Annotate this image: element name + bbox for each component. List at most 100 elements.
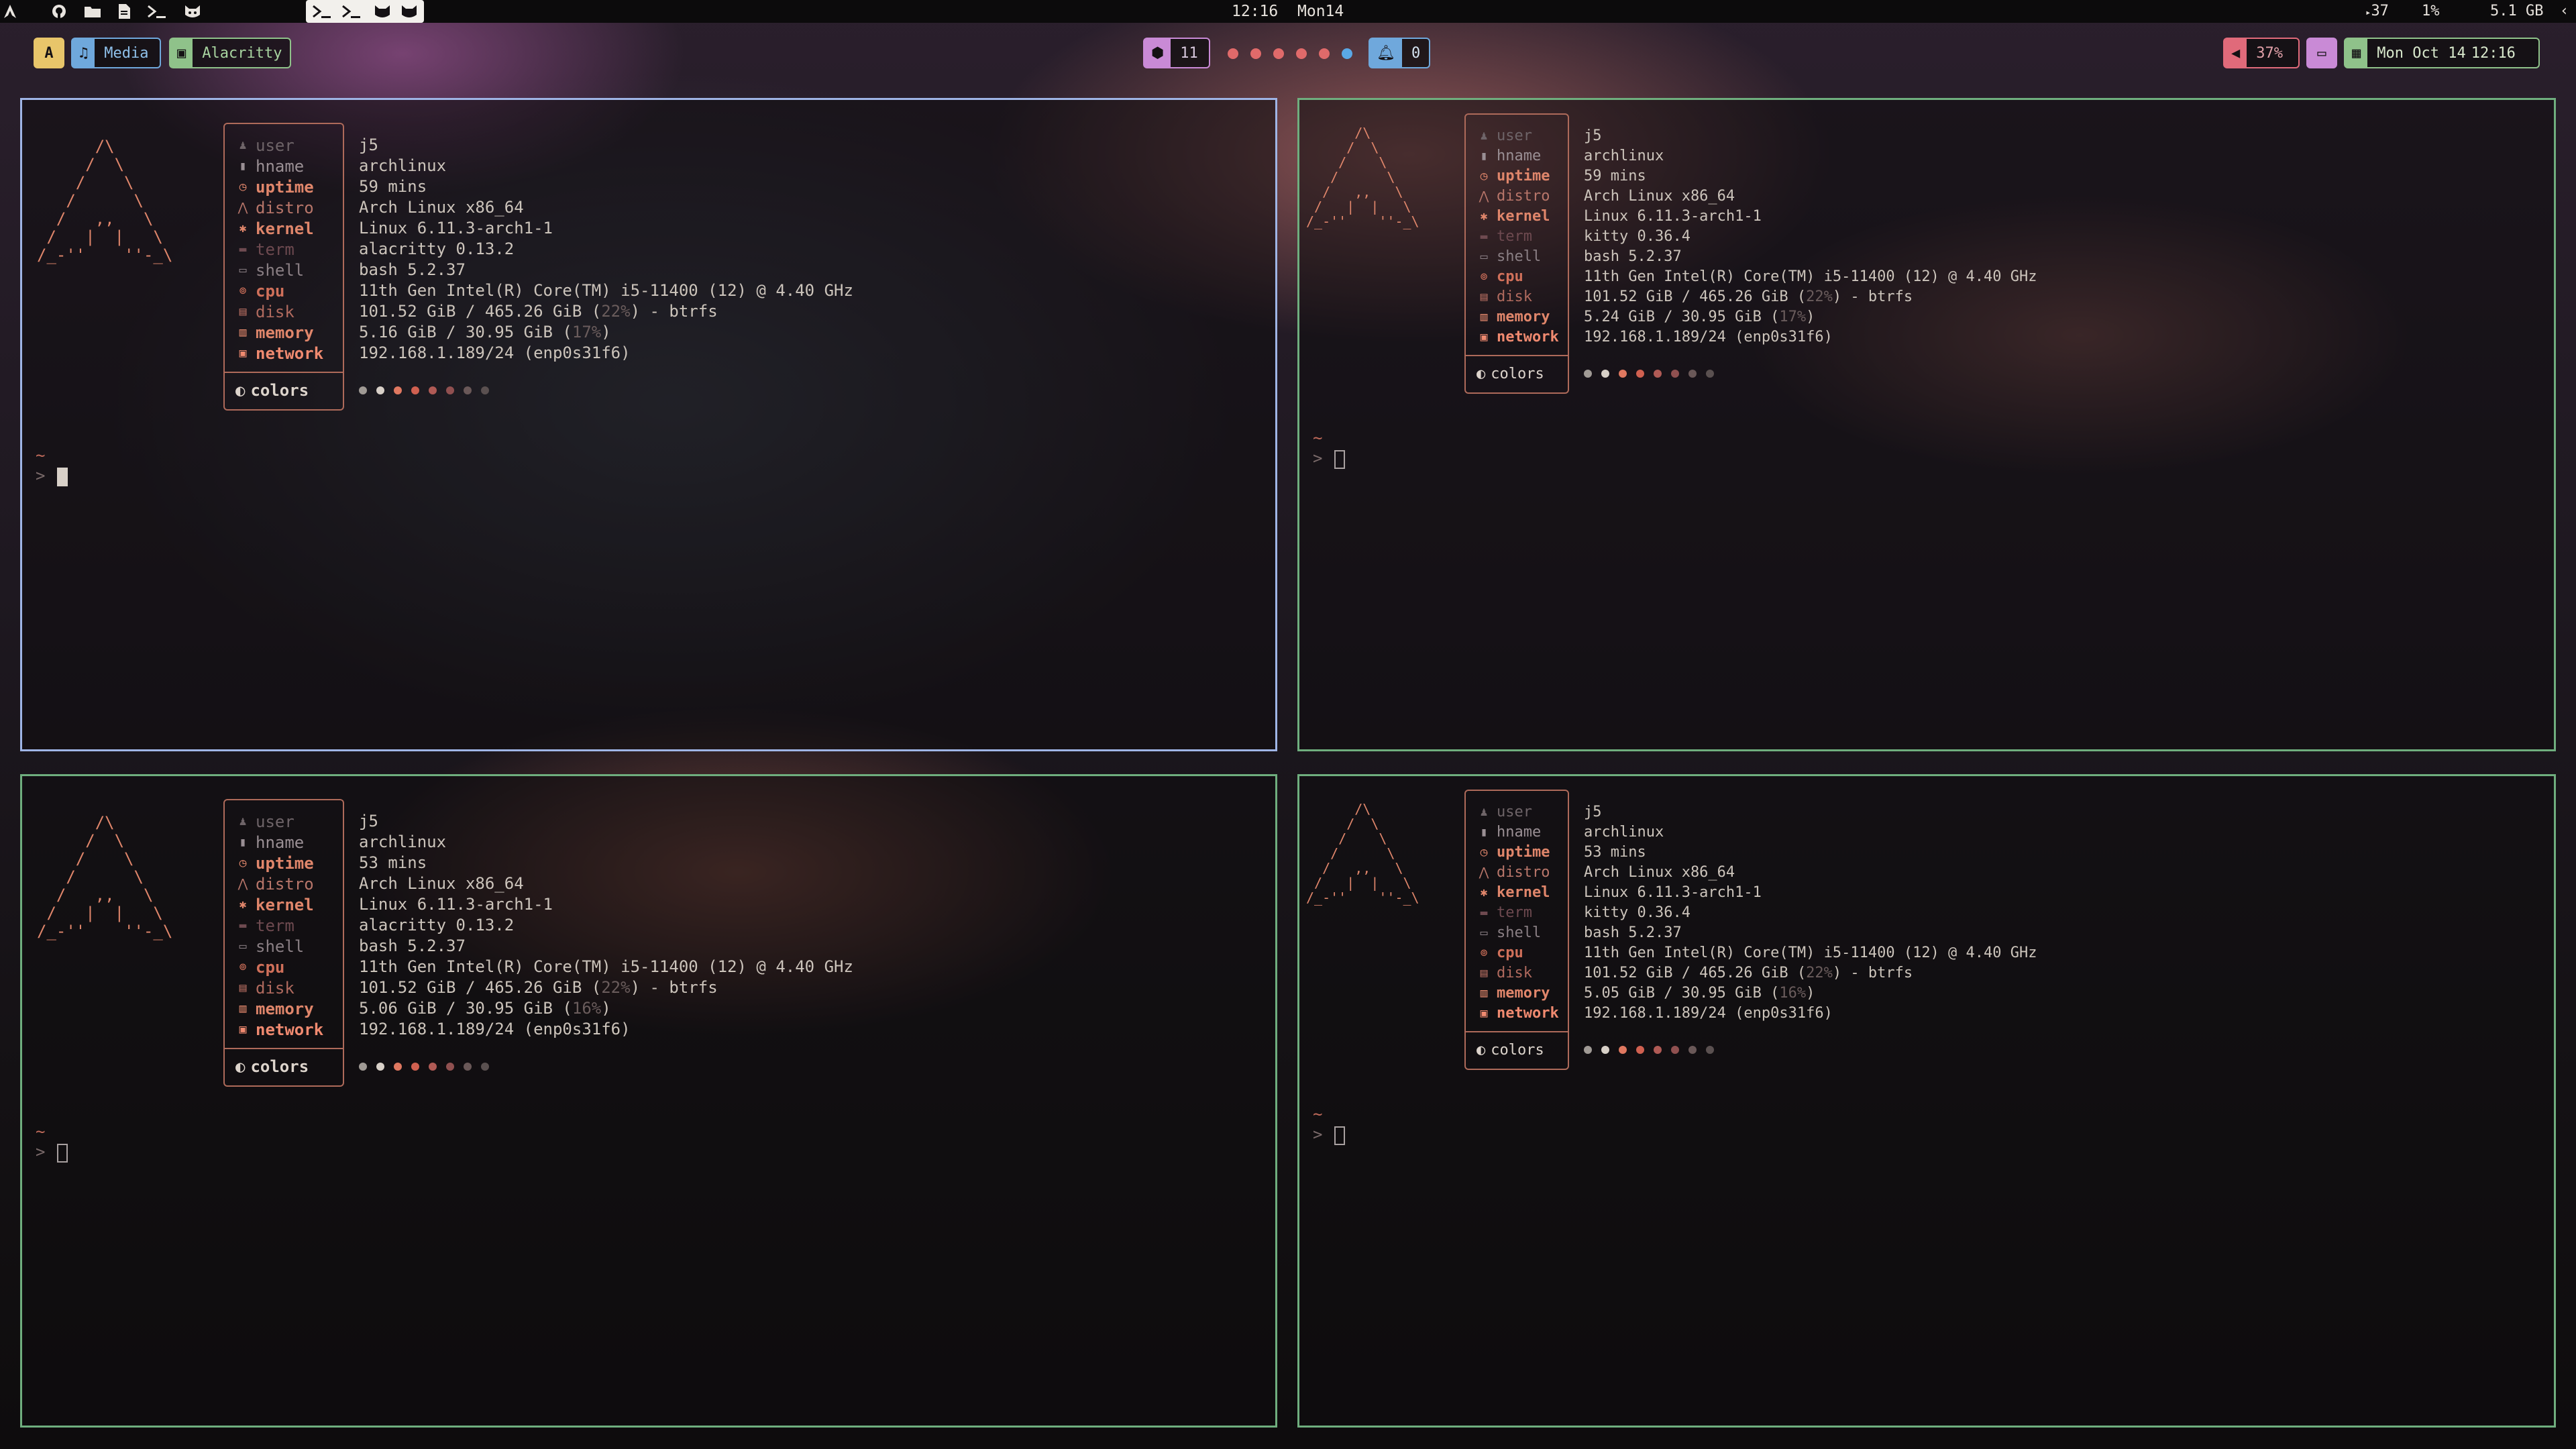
memory-icon: ▥ (1480, 986, 1488, 1000)
cpu-readout: 1% (2422, 3, 2440, 19)
disk-icon: ▤ (1480, 966, 1488, 980)
terminal-window[interactable]: /\ / \ / \ / \ / ,, \ / | | \ /_-'' ''-_… (1297, 774, 2556, 1428)
clock-module[interactable]: ▦ Mon Oct 14 12:16 (2344, 38, 2540, 68)
color-swatches (1584, 370, 1714, 378)
arch-ascii-logo: /\ / \ / \ / \ / ,, \ / | | \ /_-'' ''-_… (37, 137, 173, 264)
workspace-dot[interactable] (1319, 48, 1330, 59)
bar-time: 12:16 (1232, 3, 1279, 20)
fetch-value-network: 192.168.1.189/24 (enp0s31f6) (359, 343, 631, 362)
text-cursor[interactable] (1334, 450, 1345, 469)
color-swatch (464, 386, 472, 394)
fetch-label-colors: ◐ colors (1477, 362, 1544, 386)
fetch-label-shell: ▭ shell (235, 260, 305, 280)
workspace-dot[interactable] (1296, 48, 1307, 59)
workspace-dot[interactable] (1342, 48, 1352, 59)
expand-tray-icon[interactable]: ‹ (2560, 0, 2569, 23)
fetch-label-text: user (256, 812, 294, 831)
fetch-label-colors: ◐ colors (235, 378, 309, 402)
fetch-label-text: kernel (256, 219, 314, 238)
color-swatch (481, 386, 489, 394)
memory-icon: ▥ (239, 325, 247, 339)
text-cursor[interactable] (57, 468, 68, 486)
color-swatch (1601, 1046, 1609, 1054)
fetch-label-kernel: ✱ kernel (235, 218, 314, 239)
fetch-value-cpu: 11th Gen Intel(R) Core(TM) i5-11400 (12)… (359, 957, 853, 976)
fetch-label-text: memory (256, 323, 314, 342)
media-module[interactable]: ♫ Media (71, 38, 161, 68)
distro-icon: ⋀ (237, 877, 248, 891)
cpu-icon: ⊚ (239, 960, 247, 974)
fetch-label-text: disk (256, 302, 294, 321)
fetch-value-term: alacritty 0.13.2 (359, 916, 515, 934)
file-icon[interactable] (114, 1, 134, 21)
text-cursor[interactable] (57, 1144, 68, 1163)
color-swatch (1584, 1046, 1592, 1054)
workspace-dot[interactable] (1250, 48, 1261, 59)
text-cursor[interactable] (1334, 1126, 1345, 1145)
fetch-value-kernel: Linux 6.11.3-arch1-1 (1584, 884, 1762, 901)
fetch-label-distro: ⋀ distro (235, 873, 314, 894)
color-swatch (359, 386, 367, 394)
fetch-label-hname: ▮ hname (235, 832, 305, 853)
fetch-label-hname: ▮ hname (235, 156, 305, 176)
color-swatch (376, 1063, 384, 1071)
terminal-window[interactable]: /\ / \ / \ / \ / ,, \ / | | \ /_-'' ''-_… (20, 774, 1277, 1428)
terminal-window[interactable]: /\ / \ / \ / \ / ,, \ / | | \ /_-'' ''-_… (1297, 98, 2556, 751)
fetch-value-uptime: 53 mins (1584, 844, 1646, 861)
fetch-label-text: user (256, 136, 294, 155)
fetch-label-text: kernel (256, 895, 314, 914)
fetch-label-text: disk (1497, 965, 1532, 981)
fetch-label-text: disk (1497, 288, 1532, 305)
distro-icon: ⋀ (237, 201, 248, 215)
kernel-icon: ✱ (1480, 209, 1488, 223)
fetch-label-kernel: ✱ kernel (1477, 882, 1550, 903)
color-swatch (1654, 370, 1662, 378)
window-title-module[interactable]: ▣ Alacritty (169, 38, 291, 68)
cat-icon[interactable] (398, 1, 420, 21)
fetch-label-uptime: ◷ uptime (235, 853, 314, 873)
workspace-dot[interactable] (1273, 48, 1284, 59)
fetch-value-network: 192.168.1.189/24 (enp0s31f6) (359, 1020, 631, 1038)
terminal-icon[interactable] (145, 1, 169, 21)
host-icon: ▮ (239, 835, 247, 849)
fetch-value-part: ) - btrfs (1832, 288, 1913, 305)
folder-icon[interactable] (82, 1, 103, 21)
terminal-icon[interactable] (310, 1, 334, 21)
fetch-label-user: ♟ user (1477, 802, 1532, 822)
workspace-dot[interactable] (1228, 48, 1238, 59)
color-swatch (359, 1063, 367, 1071)
clock-date: Mon Oct 14 (2377, 44, 2466, 62)
arch-ascii-logo: /\ / \ / \ / \ / ,, \ / | | \ /_-'' ''-_… (37, 813, 173, 941)
arch-logo-icon[interactable] (1, 1, 19, 21)
terminal-window-icon: ▣ (170, 39, 193, 67)
terminal-window[interactable]: /\ / \ / \ / \ / ,, \ / | | \ /_-'' ''-_… (20, 98, 1277, 751)
terminal-icon[interactable] (339, 1, 364, 21)
updates-module[interactable]: ⬢ 11 (1143, 38, 1210, 68)
fetch-label-network: ▣ network (1477, 1003, 1559, 1024)
prompt-directory: ~ (36, 1122, 46, 1141)
clock-icon: ◷ (239, 180, 247, 194)
color-swatch (1706, 370, 1714, 378)
network-icon: ▣ (1480, 1006, 1488, 1020)
cat-icon[interactable] (181, 1, 204, 21)
color-swatch (376, 386, 384, 394)
screen-module[interactable]: ▭ (2306, 38, 2337, 68)
fetch-label-distro: ⋀ distro (1477, 862, 1550, 883)
fetch-label-text: hname (256, 833, 305, 852)
volume-module[interactable]: ◀ 37% (2223, 38, 2300, 68)
fetch-label-text: disk (256, 978, 294, 998)
fetch-value-uptime: 59 mins (359, 177, 427, 196)
fetch-value-hname: archlinux (1584, 148, 1664, 164)
notifications-module[interactable]: 🔔︎ 0 (1368, 38, 1430, 68)
github-icon[interactable] (48, 1, 70, 21)
fetch-value-cpu: 11th Gen Intel(R) Core(TM) i5-11400 (12)… (1584, 945, 2037, 961)
color-swatch (446, 1063, 454, 1071)
fetch-label-text: user (1497, 804, 1532, 820)
arch-module[interactable]: A (34, 38, 64, 68)
fetch-separator (223, 1048, 344, 1049)
fetch-label-text: uptime (256, 177, 314, 197)
color-swatch (411, 386, 419, 394)
prompt-directory: ~ (1313, 1105, 1323, 1124)
fetch-label-cpu: ⊚ cpu (1477, 266, 1523, 287)
cat-icon[interactable] (372, 1, 393, 21)
